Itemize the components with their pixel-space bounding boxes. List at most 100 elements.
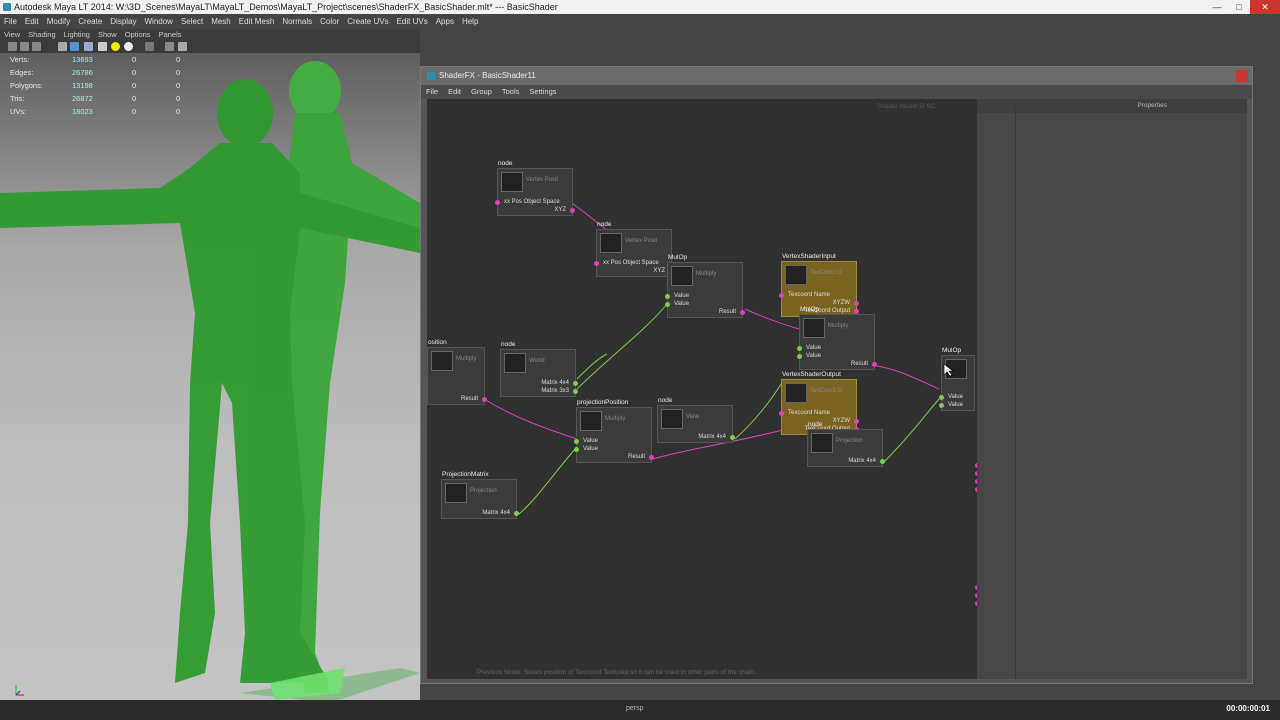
close-icon[interactable]: ✕ [1250,0,1280,14]
menu-window[interactable]: Window [141,14,177,29]
menu-display[interactable]: Display [106,14,140,29]
node-pin[interactable]: Value [948,402,963,408]
shaderfx-menu-settings[interactable]: Settings [524,85,561,99]
minimize-icon[interactable]: — [1206,0,1228,14]
camera-icon[interactable] [8,42,17,51]
graph-node[interactable]: MulOp Multiply Value Value Result [797,306,877,370]
pin-socket-icon[interactable] [872,362,877,367]
pin-socket-icon[interactable] [880,459,885,464]
node-pin[interactable]: XYZ [554,207,566,213]
menu-modify[interactable]: Modify [43,14,75,29]
node-pin[interactable]: Matrix 4x4 [698,434,726,440]
light-icon[interactable] [111,42,120,51]
node-pin[interactable]: Value [583,438,598,444]
wireframe-icon[interactable] [58,42,67,51]
node-pin[interactable]: Value [806,345,821,351]
bookmark-icon[interactable] [32,42,41,51]
node-pin[interactable]: XYZ [653,268,665,274]
3d-viewport[interactable]: Verts: 13693 0 0 Edges: 26786 0 0 Polygons: 13198… [0,53,420,700]
panel-menu-panels[interactable]: Panels [155,29,186,40]
panel-menu-lighting[interactable]: Lighting [60,29,94,40]
node-pin[interactable]: Matrix 4x4 [848,458,876,464]
menu-color[interactable]: Color [316,14,343,29]
graph-node[interactable]: node World Matrix 4x4 Matrix 3x3 [500,341,578,397]
pin-socket-icon[interactable] [574,439,579,444]
menu-edit-uvs[interactable]: Edit UVs [393,14,432,29]
smooth-shade-icon[interactable] [70,42,79,51]
node-pin[interactable]: Value [674,293,689,299]
panel-menu-options[interactable]: Options [121,29,155,40]
graph-node[interactable]: node View Matrix 4x4 [657,397,735,443]
pin-socket-icon[interactable] [495,200,500,205]
pin-socket-icon[interactable] [797,346,802,351]
menu-file[interactable]: File [0,14,21,29]
shaderfx-menu-file[interactable]: File [421,85,443,99]
node-pin[interactable]: Result [851,361,868,367]
pin-socket-icon[interactable] [939,403,944,408]
checker-icon[interactable] [98,42,107,51]
graph-node[interactable]: node Vertex Posit xx Pos Object Space XYZ [594,221,674,277]
menu-apps[interactable]: Apps [432,14,458,29]
pin-socket-icon[interactable] [854,301,859,306]
shaderfx-menu-tools[interactable]: Tools [497,85,525,99]
node-pin[interactable]: Texcoord Name [788,410,830,416]
menu-help[interactable]: Help [458,14,482,29]
node-pin[interactable]: xx Pos Object Space [603,260,659,266]
shaderfx-window[interactable]: ShaderFX - BasicShader11 File Edit Group To… [420,66,1253,684]
pin-socket-icon[interactable] [730,435,735,440]
pin-socket-icon[interactable] [779,411,784,416]
pin-socket-icon[interactable] [570,208,575,213]
panel-menu-view[interactable]: View [0,29,24,40]
pin-socket-icon[interactable] [573,389,578,394]
grid-icon[interactable] [165,42,174,51]
menu-normals[interactable]: Normals [278,14,316,29]
shaderfx-close-icon[interactable] [1236,70,1248,82]
graph-node[interactable]: osition Multiply Result [427,339,487,405]
menu-select[interactable]: Select [177,14,207,29]
menu-edit[interactable]: Edit [21,14,43,29]
maximize-icon[interactable]: □ [1228,0,1250,14]
node-pin[interactable]: xx Pos Object Space [504,199,560,205]
pin-socket-icon[interactable] [573,381,578,386]
graph-node[interactable]: MulOp Multiply Value Value Result [665,254,745,318]
panel-menu-shading[interactable]: Shading [24,29,60,40]
pin-socket-icon[interactable] [649,455,654,460]
node-pin[interactable]: Value [948,394,963,400]
panel-menu-show[interactable]: Show [94,29,121,40]
share-icon[interactable] [178,42,187,51]
menu-create[interactable]: Create [74,14,106,29]
node-pin[interactable]: Result [461,396,478,402]
menu-edit-mesh[interactable]: Edit Mesh [235,14,279,29]
isolate-icon[interactable] [145,42,154,51]
pin-socket-icon[interactable] [779,293,784,298]
shaderfx-title-bar[interactable]: ShaderFX - BasicShader11 [421,67,1252,85]
textured-icon[interactable] [84,42,93,51]
graph-node[interactable]: projectionPosition Multiply Value Value Resu… [574,399,654,463]
shadow-icon[interactable] [124,42,133,51]
node-pin[interactable]: XYZW [833,418,850,424]
pin-socket-icon[interactable] [740,310,745,315]
pin-socket-icon[interactable] [854,419,859,424]
properties-panel[interactable]: Properties Shader Model 5/ SC [877,99,1247,679]
pin-socket-icon[interactable] [665,294,670,299]
pin-socket-icon[interactable] [574,447,579,452]
node-pin[interactable]: Matrix 3x3 [541,388,569,394]
node-pin[interactable]: Texcoord Name [788,292,830,298]
node-graph-canvas[interactable]: node Vertex Posit xx Pos Object Space XYZ no… [427,99,977,679]
shaderfx-menu-edit[interactable]: Edit [443,85,466,99]
menu-create-uvs[interactable]: Create UVs [343,14,392,29]
pin-socket-icon[interactable] [665,302,670,307]
node-pin[interactable]: Value [674,301,689,307]
node-pin[interactable]: XYZW [833,300,850,306]
pin-socket-icon[interactable] [797,354,802,359]
pin-socket-icon[interactable] [514,511,519,516]
graph-node[interactable]: ProjectionMatrix Projection Matrix 4x4 [441,471,519,519]
node-pin[interactable]: Matrix 4x4 [482,510,510,516]
pin-socket-icon[interactable] [939,395,944,400]
lock-camera-icon[interactable] [20,42,29,51]
node-pin[interactable]: Value [583,446,598,452]
shaderfx-menu-group[interactable]: Group [466,85,497,99]
pin-socket-icon[interactable] [482,397,487,402]
node-pin[interactable]: Matrix 4x4 [541,380,569,386]
pin-socket-icon[interactable] [594,261,599,266]
